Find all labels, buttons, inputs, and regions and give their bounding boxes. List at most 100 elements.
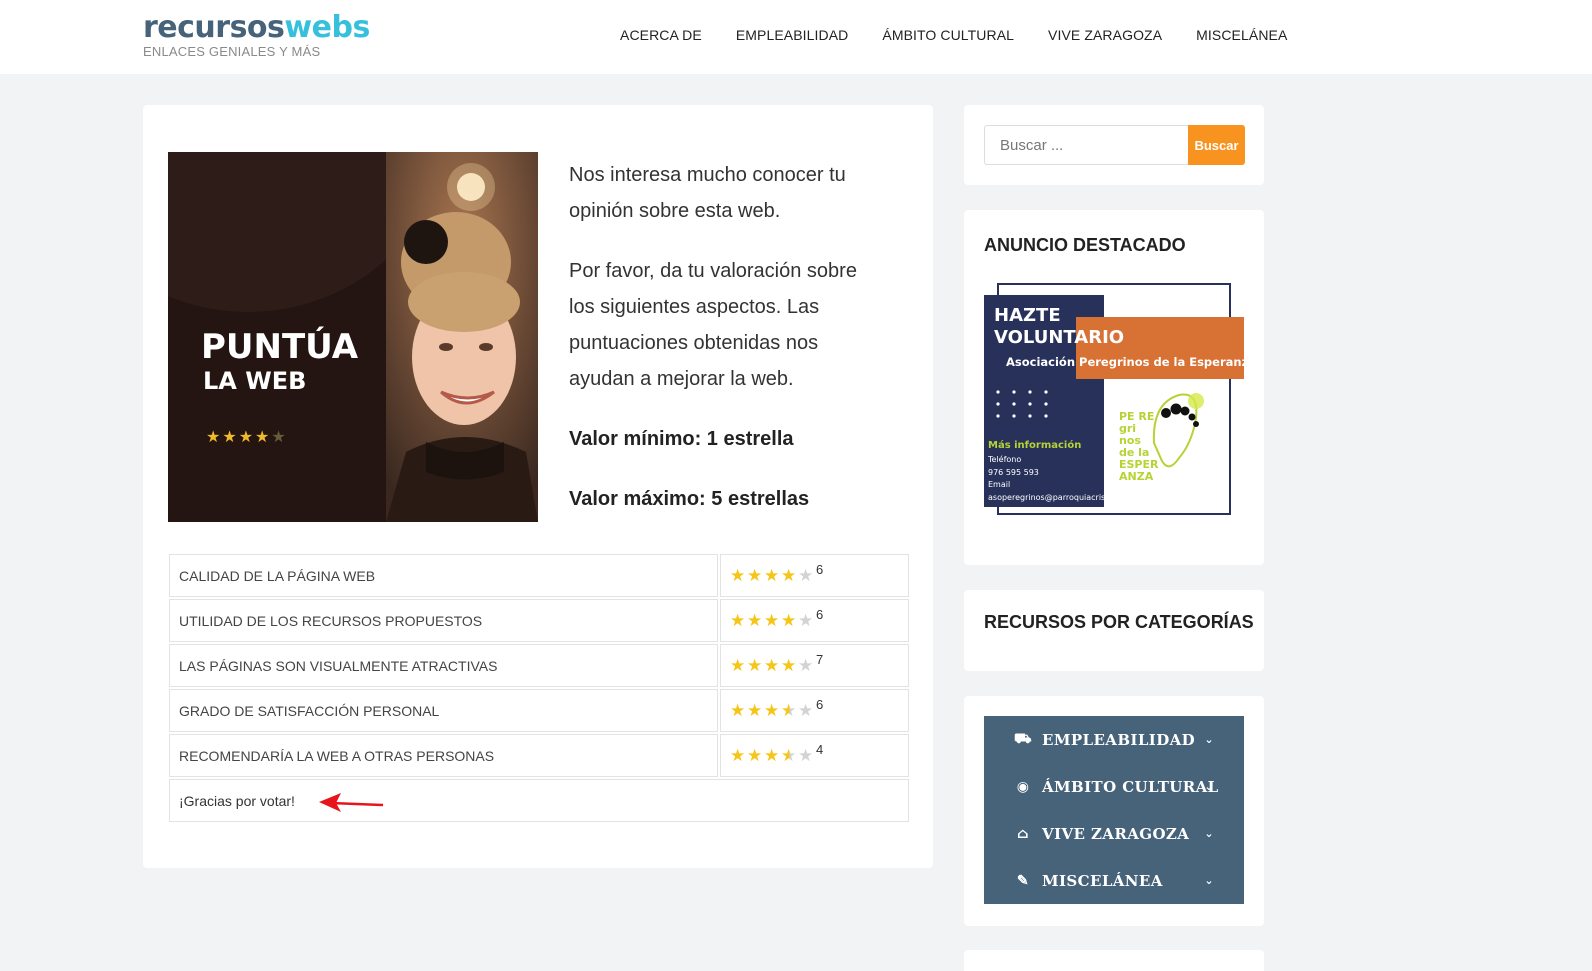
star-icon[interactable]: ★ — [764, 747, 781, 764]
next-widget — [964, 950, 1264, 971]
chevron-down-icon[interactable]: ⌄ — [1204, 733, 1214, 746]
ad-headline: HAZTE VOLUNTARIO — [994, 305, 1125, 348]
star-icon[interactable]: ★ — [798, 567, 815, 584]
nav-item-empleabilidad[interactable]: EMPLEABILIDAD — [736, 27, 849, 43]
site-header: recursoswebs ENLACES GENIALES Y MÁS ACER… — [0, 0, 1592, 74]
nav-item-acerca[interactable]: ACERCA DE — [620, 27, 702, 43]
star-icon[interactable]: ★ — [781, 747, 798, 764]
nav-item-ambito-cultural[interactable]: ÁMBITO CULTURAL — [882, 27, 1014, 43]
star-icon[interactable]: ★ — [781, 567, 798, 584]
nav-item-miscelanea[interactable]: MISCELÁNEA — [1196, 27, 1287, 43]
landmark-icon: ⌂ — [1016, 825, 1030, 842]
star-icon[interactable]: ★ — [781, 657, 798, 674]
red-arrow-icon — [319, 793, 384, 812]
chevron-down-icon[interactable]: ⌄ — [1204, 874, 1214, 887]
star-rating-widget[interactable]: ★ ★ ★ ★ ★ — [730, 747, 815, 764]
woman-photo-icon — [386, 152, 538, 522]
menu-item-label: MISCELÁNEA — [1042, 871, 1163, 890]
logo-text[interactable]: recursoswebs — [143, 10, 370, 46]
rating-label: UTILIDAD DE LOS RECURSOS PROPUESTOS — [169, 599, 718, 642]
star-icon[interactable]: ★ — [798, 747, 815, 764]
star-icon[interactable]: ★ — [747, 747, 764, 764]
pencil-icon: ✎ — [1016, 872, 1030, 889]
ad-logo-text: PE RE gri nos de la ESPERANZA — [1119, 410, 1159, 483]
star-icon[interactable]: ★ — [781, 612, 798, 629]
volunteer-ad[interactable]: HAZTE VOLUNTARIO Asociación Peregrinos d… — [984, 283, 1256, 516]
search-button[interactable]: Buscar — [1188, 125, 1245, 165]
main-nav: ACERCA DE EMPLEABILIDAD ÁMBITO CULTURAL … — [620, 27, 1321, 43]
hero-image: PUNTÚA LA WEB ★★★★★ — [168, 152, 538, 522]
hero-banner: PUNTÚA LA WEB ★★★★★ — [168, 152, 386, 522]
star-rating-widget[interactable]: ★ ★ ★ ★ ★ — [730, 657, 815, 674]
intro-paragraph-2: Por favor, da tu valoración sobre los si… — [569, 260, 857, 390]
rating-label: GRADO DE SATISFACCIÓN PERSONAL — [169, 689, 718, 732]
categories-menu-widget: ⛟ EMPLEABILIDAD ⌄ ◉ ÁMBITO CULTURAL ⌄ ⌂ … — [964, 696, 1264, 926]
table-row: UTILIDAD DE LOS RECURSOS PROPUESTOS ★ ★ ★ ★… — [169, 599, 909, 644]
menu-item-ambito-cultural[interactable]: ◉ ÁMBITO CULTURAL ⌄ — [984, 763, 1244, 810]
chevron-down-icon[interactable]: ⌄ — [1204, 827, 1214, 840]
star-icon[interactable]: ★ — [798, 657, 815, 674]
menu-item-label: EMPLEABILIDAD — [1042, 730, 1196, 749]
star-icon[interactable]: ★ — [747, 612, 764, 629]
star-icon[interactable]: ★ — [764, 657, 781, 674]
rating-cell: ★ ★ ★ ★ ★ 7 — [720, 644, 909, 687]
search-widget: Buscar ... Buscar — [964, 105, 1264, 185]
rating-cell: ★ ★ ★ ★ ★ 6 — [720, 599, 909, 642]
star-icon[interactable]: ★ — [730, 702, 747, 719]
thanks-message: ¡Gracias por votar! — [169, 779, 909, 822]
table-row: CALIDAD DE LA PÁGINA WEB ★ ★ ★ ★ ★ 6 — [169, 554, 909, 599]
star-icon[interactable]: ★ — [798, 702, 815, 719]
menu-item-empleabilidad[interactable]: ⛟ EMPLEABILIDAD ⌄ — [984, 716, 1244, 763]
menu-item-miscelanea[interactable]: ✎ MISCELÁNEA ⌄ — [984, 857, 1244, 904]
site-tagline: ENLACES GENIALES Y MÁS — [143, 44, 321, 59]
vote-count: 6 — [816, 607, 824, 622]
star-icon[interactable]: ★ — [798, 612, 815, 629]
intro-text: Nos interesa mucho conocer tu opinión so… — [569, 157, 879, 541]
star-rating-widget[interactable]: ★ ★ ★ ★ ★ — [730, 567, 815, 584]
intro-paragraph-1: Nos interesa mucho conocer tu opinión so… — [569, 164, 846, 222]
star-icon[interactable]: ★ — [764, 567, 781, 584]
vote-count: 6 — [816, 697, 824, 712]
table-row: GRADO DE SATISFACCIÓN PERSONAL ★ ★ ★ ★ ★ 6 — [169, 689, 909, 734]
categories-title: RECURSOS POR CATEGORÍAS — [984, 612, 1254, 632]
vote-count: 4 — [816, 742, 824, 757]
chevron-down-icon[interactable]: ⌄ — [1204, 780, 1214, 793]
ad-org-name: Asociación Peregrinos de la Esperanza — [1006, 355, 1257, 369]
site-logo[interactable]: recursoswebs ENLACES GENIALES Y MÁS — [143, 10, 370, 59]
star-icon[interactable]: ★ — [730, 657, 747, 674]
star-rating-widget[interactable]: ★ ★ ★ ★ ★ — [730, 612, 815, 629]
hero-title: PUNTÚA — [201, 327, 359, 367]
star-icon[interactable]: ★ — [747, 702, 764, 719]
menu-item-vive-zaragoza[interactable]: ⌂ VIVE ZARAGOZA ⌄ — [984, 810, 1244, 857]
table-row: RECOMENDARÍA LA WEB A OTRAS PERSONAS ★ ★ ★… — [169, 734, 909, 779]
categories-menu: ⛟ EMPLEABILIDAD ⌄ ◉ ÁMBITO CULTURAL ⌄ ⌂ … — [984, 716, 1244, 904]
star-icon[interactable]: ★ — [747, 567, 764, 584]
hero-decor-circle — [168, 152, 386, 312]
rating-label: RECOMENDARÍA LA WEB A OTRAS PERSONAS — [169, 734, 718, 777]
featured-ad-title: ANUNCIO DESTACADO — [984, 235, 1186, 255]
table-row: LAS PÁGINAS SON VISUALMENTE ATRACTIVAS ★… — [169, 644, 909, 689]
star-icon[interactable]: ★ — [781, 702, 798, 719]
star-rating-widget[interactable]: ★ ★ ★ ★ ★ — [730, 702, 815, 719]
main-article: PUNTÚA LA WEB ★★★★★ Nos interesa mucho c… — [143, 105, 933, 868]
rating-cell: ★ ★ ★ ★ ★ 6 — [720, 554, 909, 597]
search-input[interactable]: Buscar ... — [984, 125, 1188, 165]
vote-count: 6 — [816, 562, 824, 577]
star-icon[interactable]: ★ — [730, 747, 747, 764]
vote-count: 7 — [816, 652, 824, 667]
menu-item-label: ÁMBITO CULTURAL — [1042, 777, 1219, 796]
star-icon[interactable]: ★ — [730, 567, 747, 584]
rating-label: CALIDAD DE LA PÁGINA WEB — [169, 554, 718, 597]
star-icon[interactable]: ★ — [730, 612, 747, 629]
nav-item-vive-zaragoza[interactable]: VIVE ZARAGOZA — [1048, 27, 1162, 43]
hero-subtitle: LA WEB — [203, 367, 307, 395]
star-icon[interactable]: ★ — [747, 657, 764, 674]
featured-ad-widget: ANUNCIO DESTACADO HAZTE VOLUNTARIO Asoci… — [964, 210, 1264, 565]
star-icon[interactable]: ★ — [764, 612, 781, 629]
ad-contact: Teléfono 976 595 593 Email asoperegrinos… — [988, 455, 1141, 502]
max-value-text: Valor máximo: 5 estrellas — [569, 488, 810, 510]
star-icon[interactable]: ★ — [764, 702, 781, 719]
categories-widget: RECURSOS POR CATEGORÍAS — [964, 590, 1264, 671]
rating-label: LAS PÁGINAS SON VISUALMENTE ATRACTIVAS — [169, 644, 718, 687]
briefcase-icon: ⛟ — [1013, 730, 1032, 747]
